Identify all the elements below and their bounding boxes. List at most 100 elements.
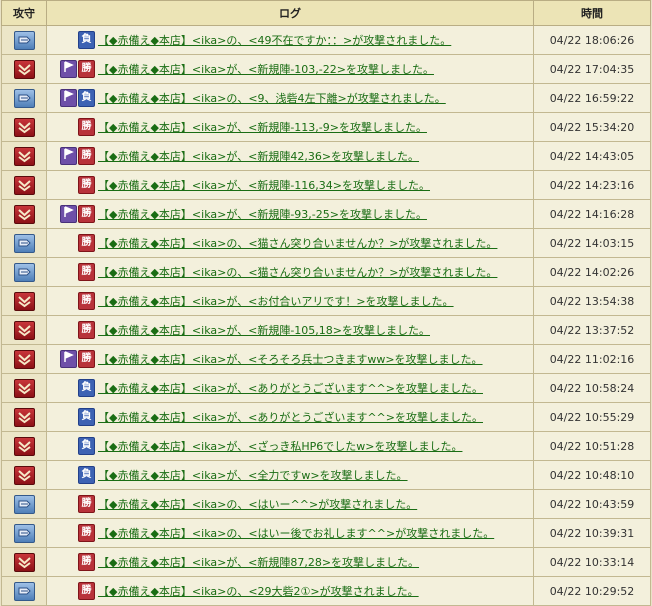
badge-group: 負 (51, 437, 95, 455)
type-cell (1, 402, 47, 432)
log-link[interactable]: 【◆赤備え◆本店】<ika>が、<新規陣87,28>を攻撃しました。 (98, 556, 419, 569)
attack-icon (13, 204, 35, 224)
time-cell: 04/22 13:37:52 (533, 315, 651, 345)
log-link[interactable]: 【◆赤備え◆本店】<ika>が、<新規陣-93,-25>を攻撃しました。 (98, 208, 427, 221)
type-cell (1, 228, 47, 258)
badge-group: 勝 (51, 582, 95, 600)
time-cell: 04/22 10:43:59 (533, 489, 651, 519)
log-cell: 負【◆赤備え◆本店】<ika>の、<9、浅砦4左下離>が攻撃されました。 (46, 83, 534, 113)
badge-group: 勝 (51, 350, 95, 368)
time-cell: 04/22 18:06:26 (533, 25, 651, 55)
table-row: 負【◆赤備え◆本店】<ika>が、<ざっき私HP6でしたw>を攻撃しました。 04… (1, 431, 651, 461)
table-row: 勝【◆赤備え◆本店】<ika>が、<新規陣87,28>を攻撃しました。 04/22… (1, 547, 651, 577)
log-cell: 負【◆赤備え◆本店】<ika>が、<ありがとうございます^^>を攻撃しました。 (46, 373, 534, 403)
table-row: 勝【◆赤備え◆本店】<ika>が、<新規陣-105,18>を攻撃しました。 04/… (1, 315, 651, 345)
attack-icon (13, 436, 35, 456)
log-link[interactable]: 【◆赤備え◆本店】<ika>の、<猫さん突り合いませんか？>が攻撃されました。 (98, 266, 497, 279)
type-cell (1, 25, 47, 55)
attack-icon (13, 552, 35, 572)
time-cell: 04/22 15:34:20 (533, 112, 651, 142)
badge-group: 勝 (51, 553, 95, 571)
flag-icon (60, 205, 77, 223)
log-link[interactable]: 【◆赤備え◆本店】<ika>の、<9、浅砦4左下離>が攻撃されました。 (98, 92, 446, 105)
time-cell: 04/22 11:02:16 (533, 344, 651, 374)
table-row: 負【◆赤備え◆本店】<ika>が、<ありがとうございます^^>を攻撃しました。 0… (1, 373, 651, 403)
win-badge: 勝 (78, 553, 95, 571)
log-link[interactable]: 【◆赤備え◆本店】<ika>が、<新規陣-105,18>を攻撃しました。 (98, 324, 430, 337)
log-link[interactable]: 【◆赤備え◆本店】<ika>の、<29大砦2①>が攻撃されました。 (98, 585, 419, 598)
defense-icon (13, 30, 35, 50)
log-cell: 勝【◆赤備え◆本店】<ika>が、<そろそろ兵士つきますww>を攻撃しました。 (46, 344, 534, 374)
badge-group: 勝 (51, 176, 95, 194)
log-cell: 勝【◆赤備え◆本店】<ika>の、<猫さん突り合いませんか？>が攻撃されました。 (46, 257, 534, 287)
flag-icon (60, 60, 77, 78)
log-link[interactable]: 【◆赤備え◆本店】<ika>が、<全力ですw>を攻撃しました。 (98, 469, 408, 482)
flag-icon (60, 89, 77, 107)
log-cell: 勝【◆赤備え◆本店】<ika>が、<新規陣87,28>を攻撃しました。 (46, 547, 534, 577)
type-cell (1, 170, 47, 200)
log-cell: 負【◆赤備え◆本店】<ika>が、<ざっき私HP6でしたw>を攻撃しました。 (46, 431, 534, 461)
log-cell: 勝【◆赤備え◆本店】<ika>の、<29大砦2①>が攻撃されました。 (46, 576, 534, 606)
log-link[interactable]: 【◆赤備え◆本店】<ika>が、<ざっき私HP6でしたw>を攻撃しました。 (98, 440, 462, 453)
table-row: 勝【◆赤備え◆本店】<ika>の、<猫さん突り合いませんか？>が攻撃されました。… (1, 228, 651, 258)
attack-icon (13, 407, 35, 427)
attack-icon (13, 349, 35, 369)
log-link[interactable]: 【◆赤備え◆本店】<ika>が、<新規陣-113,-9>を攻撃しました。 (98, 121, 427, 134)
defense-icon (13, 523, 35, 543)
win-badge: 勝 (78, 176, 95, 194)
log-link[interactable]: 【◆赤備え◆本店】<ika>が、<新規陣-103,-22>を攻撃しました。 (98, 63, 434, 76)
table-row: 勝【◆赤備え◆本店】<ika>の、<はいー^^>が攻撃されました。 04/22 1… (1, 489, 651, 519)
log-link[interactable]: 【◆赤備え◆本店】<ika>の、<はいー^^>が攻撃されました。 (98, 498, 417, 511)
log-cell: 勝【◆赤備え◆本店】<ika>の、<はいー^^>が攻撃されました。 (46, 489, 534, 519)
win-badge: 勝 (78, 495, 95, 513)
table-row: 勝【◆赤備え◆本店】<ika>が、<新規陣-103,-22>を攻撃しました。 04… (1, 54, 651, 84)
attack-icon (13, 175, 35, 195)
table-row: 勝【◆赤備え◆本店】<ika>が、<そろそろ兵士つきますww>を攻撃しました。 0… (1, 344, 651, 374)
defense-icon (13, 88, 35, 108)
time-cell: 04/22 10:39:31 (533, 518, 651, 548)
log-link[interactable]: 【◆赤備え◆本店】<ika>が、<ありがとうございます^^>を攻撃しました。 (98, 411, 483, 424)
log-cell: 勝【◆赤備え◆本店】<ika>が、<新規陣-113,-9>を攻撃しました。 (46, 112, 534, 142)
log-link[interactable]: 【◆赤備え◆本店】<ika>が、<ありがとうございます^^>を攻撃しました。 (98, 382, 483, 395)
win-badge: 勝 (78, 321, 95, 339)
badge-group: 負 (51, 89, 95, 107)
table-row: 勝【◆赤備え◆本店】<ika>が、<お付合いアリです！>を攻撃しました。 04/2… (1, 286, 651, 316)
type-cell (1, 141, 47, 171)
type-cell (1, 54, 47, 84)
log-link[interactable]: 【◆赤備え◆本店】<ika>の、<猫さん突り合いませんか？>が攻撃されました。 (98, 237, 497, 250)
table-row: 負【◆赤備え◆本店】<ika>の、<49不在ですか：：>が攻撃されました。 04/… (1, 25, 651, 55)
log-link[interactable]: 【◆赤備え◆本店】<ika>が、<お付合いアリです！>を攻撃しました。 (98, 295, 454, 308)
table-row: 勝【◆赤備え◆本店】<ika>の、<はいー後でお礼します^^>が攻撃されました。… (1, 518, 651, 548)
log-link[interactable]: 【◆赤備え◆本店】<ika>の、<はいー後でお礼します^^>が攻撃されました。 (98, 527, 494, 540)
defense-icon (13, 233, 35, 253)
table-header-row: 攻守 ログ 時間 (1, 0, 651, 26)
log-cell: 勝【◆赤備え◆本店】<ika>の、<はいー後でお礼します^^>が攻撃されました。 (46, 518, 534, 548)
lose-badge: 負 (78, 89, 95, 107)
log-cell: 負【◆赤備え◆本店】<ika>が、<全力ですw>を攻撃しました。 (46, 460, 534, 490)
lose-badge: 負 (78, 466, 95, 484)
type-cell (1, 199, 47, 229)
badge-group: 負 (51, 466, 95, 484)
table-row: 負【◆赤備え◆本店】<ika>が、<ありがとうございます^^>を攻撃しました。 0… (1, 402, 651, 432)
badge-group: 勝 (51, 147, 95, 165)
log-link[interactable]: 【◆赤備え◆本店】<ika>が、<新規陣42,36>を攻撃しました。 (98, 150, 419, 163)
defense-icon (13, 262, 35, 282)
log-link[interactable]: 【◆赤備え◆本店】<ika>が、<そろそろ兵士つきますww>を攻撃しました。 (98, 353, 483, 366)
time-cell: 04/22 14:16:28 (533, 199, 651, 229)
log-cell: 勝【◆赤備え◆本店】<ika>が、<お付合いアリです！>を攻撃しました。 (46, 286, 534, 316)
type-cell (1, 112, 47, 142)
type-cell (1, 518, 47, 548)
badge-group: 負 (51, 408, 95, 426)
badge-group: 勝 (51, 205, 95, 223)
log-cell: 勝【◆赤備え◆本店】<ika>が、<新規陣-103,-22>を攻撃しました。 (46, 54, 534, 84)
table-row: 勝【◆赤備え◆本店】<ika>の、<猫さん突り合いませんか？>が攻撃されました。… (1, 257, 651, 287)
flag-icon (60, 147, 77, 165)
header-log: ログ (46, 0, 534, 26)
attack-icon (13, 146, 35, 166)
table-row: 負【◆赤備え◆本店】<ika>の、<9、浅砦4左下離>が攻撃されました。 04/2… (1, 83, 651, 113)
time-cell: 04/22 14:43:05 (533, 141, 651, 171)
log-cell: 負【◆赤備え◆本店】<ika>が、<ありがとうございます^^>を攻撃しました。 (46, 402, 534, 432)
win-badge: 勝 (78, 205, 95, 223)
log-link[interactable]: 【◆赤備え◆本店】<ika>の、<49不在ですか：：>が攻撃されました。 (98, 34, 451, 47)
log-link[interactable]: 【◆赤備え◆本店】<ika>が、<新規陣-116,34>を攻撃しました。 (98, 179, 430, 192)
